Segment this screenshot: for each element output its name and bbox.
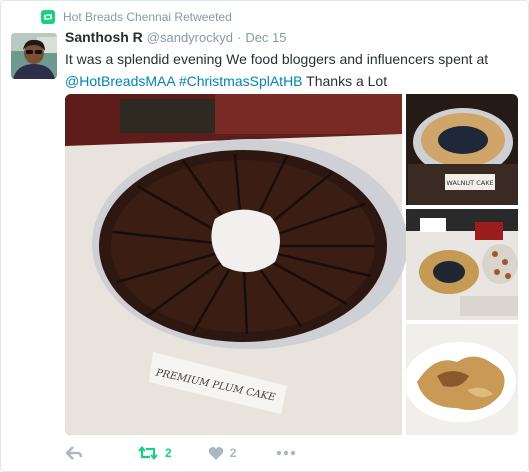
retweet-context-label[interactable]: Hot Breads Chennai Retweeted: [63, 10, 232, 24]
reply-button[interactable]: [65, 441, 83, 465]
media-grid[interactable]: PREMIUM PLUM CAKE WALNUT CAKE: [65, 94, 518, 435]
retweet-count: 2: [165, 446, 172, 460]
more-button[interactable]: [276, 441, 296, 465]
retweet-icon: [138, 445, 158, 461]
media-photo-thumb-3[interactable]: [404, 324, 518, 435]
media-photo-thumb-2[interactable]: [406, 209, 518, 320]
hashtag-link[interactable]: #ChristmasSplAtHB: [179, 73, 303, 89]
retweet-button[interactable]: 2: [137, 441, 172, 465]
avatar[interactable]: [11, 33, 57, 79]
tweet-card[interactable]: Hot Breads Chennai Retweeted Santhosh R …: [0, 0, 529, 472]
retweet-badge-icon: [41, 10, 55, 24]
thumb-photo-label: WALNUT CAKE: [446, 179, 493, 187]
like-button[interactable]: 2: [208, 441, 237, 465]
tweet-text: It was a splendid evening We food blogge…: [65, 48, 520, 92]
like-count: 2: [229, 446, 237, 460]
more-icon: [277, 450, 296, 456]
tweet-header: Santhosh R @sandyrockyd · Dec 15: [65, 29, 287, 45]
heart-icon: [208, 446, 223, 460]
display-name[interactable]: Santhosh R: [65, 29, 143, 45]
user-handle[interactable]: @sandyrockyd: [147, 30, 233, 45]
tweet-text-end: Thanks a Lot: [306, 73, 388, 89]
mention-link[interactable]: @HotBreadsMAA: [65, 73, 175, 89]
tweet-actions: 2 2: [65, 441, 296, 465]
retweet-context: Hot Breads Chennai Retweeted: [41, 9, 232, 25]
media-photo-main[interactable]: PREMIUM PLUM CAKE: [65, 94, 408, 435]
timestamp[interactable]: Dec 15: [245, 30, 286, 45]
media-photo-thumb-1[interactable]: WALNUT CAKE: [406, 94, 518, 205]
separator-dot: ·: [236, 30, 242, 45]
reply-icon: [65, 446, 83, 460]
tweet-text-body: It was a splendid evening We food blogge…: [65, 51, 489, 67]
